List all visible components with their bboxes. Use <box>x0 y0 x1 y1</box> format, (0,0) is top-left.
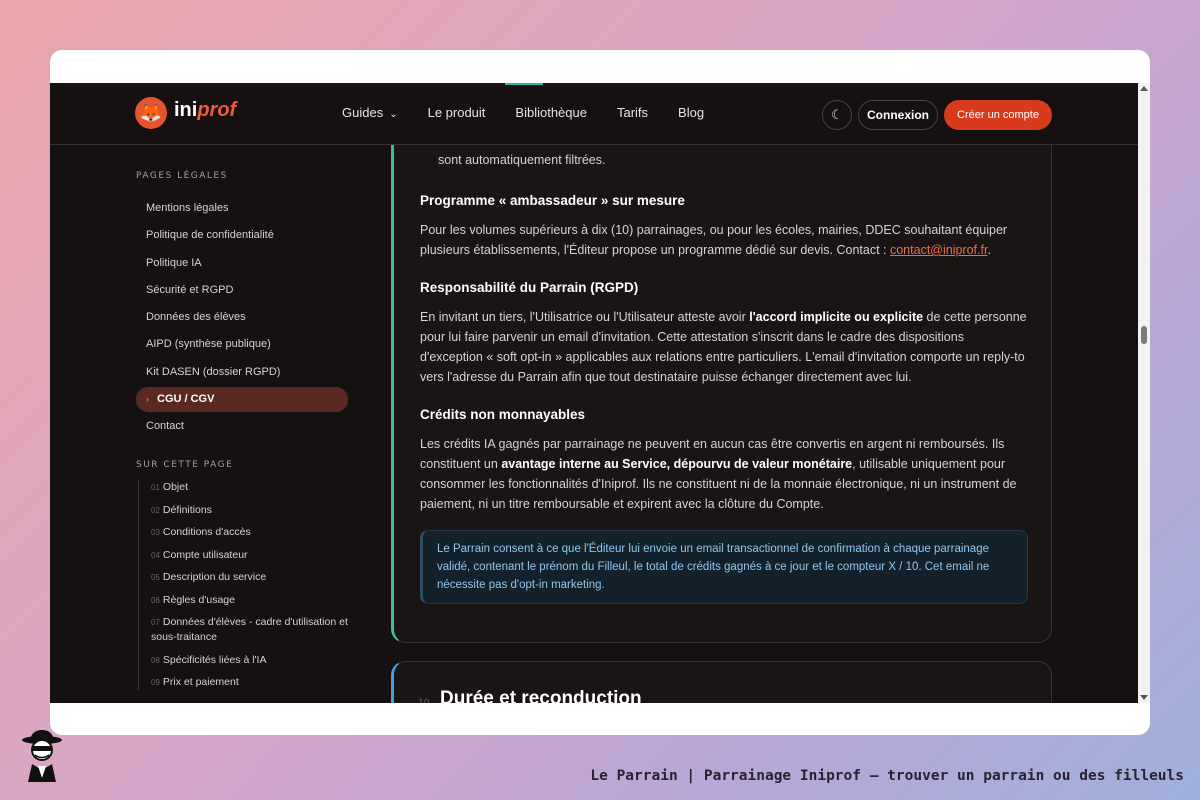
nav-active-indicator <box>505 83 543 85</box>
duration-section-card: 10 Durée et reconduction <box>391 661 1052 703</box>
sidebar-item-ai-policy[interactable]: Politique IA <box>136 250 348 277</box>
toc-label: Données d'élèves - cadre d'utilisation e… <box>151 616 348 644</box>
theme-toggle-button[interactable]: ☾ <box>822 100 852 130</box>
sidebar-item-contact[interactable]: Contact <box>136 413 348 440</box>
signup-button[interactable]: Créer un compte <box>944 100 1052 130</box>
nav-library[interactable]: Bibliothèque <box>515 105 587 120</box>
toc-number: 06 <box>151 595 160 605</box>
toc-item[interactable]: 07 Données d'élèves - cadre d'utilisation… <box>139 615 348 645</box>
toc-item[interactable]: 04 Compte utilisateur <box>139 548 348 563</box>
logo-ini: ini <box>174 99 198 121</box>
sidebar-item-security[interactable]: Sécurité et RGPD <box>136 277 348 304</box>
toc-label: Définitions <box>162 503 212 516</box>
scroll-down-icon[interactable] <box>1140 695 1148 700</box>
toc-label: Objet <box>162 481 189 494</box>
toc-number: 08 <box>151 655 160 665</box>
nav-product[interactable]: Le produit <box>428 105 486 120</box>
toc-number: 04 <box>151 550 160 560</box>
section-number: 10 <box>418 698 430 703</box>
toc-label: Conditions d'accès <box>162 526 251 539</box>
duration-heading: Durée et reconduction <box>440 688 642 703</box>
gdpr-text-a: En invitant un tiers, l'Utilisatrice ou … <box>420 310 750 324</box>
scroll-up-icon[interactable] <box>1140 86 1148 91</box>
chevron-down-icon: ⌄ <box>389 109 398 120</box>
scroll-thumb[interactable] <box>1141 326 1147 344</box>
sidebar-item-student-data[interactable]: Données des élèves <box>136 304 348 331</box>
toc-label: Prix et paiement <box>162 676 239 689</box>
toc-number: 07 <box>151 618 160 628</box>
chevron-right-icon: › <box>146 394 149 405</box>
sidebar-item-kit-dasen[interactable]: Kit DASEN (dossier RGPD) <box>136 359 348 386</box>
toc-item[interactable]: 06 Règles d'usage <box>139 593 348 608</box>
section-content: Programme « ambassadeur » sur mesure Pou… <box>420 149 1028 604</box>
toc-item[interactable]: 01 Objet <box>139 480 348 495</box>
sidebar-item-cgu[interactable]: › CGU / CGV <box>136 387 348 413</box>
toc-number: 02 <box>151 505 160 515</box>
credits-paragraph: Les crédits IA gagnés par parrainage ne … <box>420 434 1028 514</box>
nav-guides[interactable]: Guides ⌄ <box>342 105 398 120</box>
sidebar: PAGES LÉGALES Mentions légales Politique… <box>136 171 348 698</box>
toc-item[interactable]: 08 Spécificités liées à l'IA <box>139 653 348 668</box>
sidebar-item-privacy[interactable]: Politique de confidentialité <box>136 222 348 249</box>
toc-number: 05 <box>151 573 160 583</box>
credits-heading: Crédits non monnayables <box>420 407 586 422</box>
logo-wordmark[interactable]: iniprof <box>174 99 236 122</box>
contact-email-link[interactable]: contact@iniprof.fr <box>890 243 987 257</box>
nav-pricing[interactable]: Tarifs <box>617 105 648 120</box>
gdpr-text-bold: l'accord implicite ou explicite <box>749 310 924 324</box>
toc-item[interactable]: 03 Conditions d'accès <box>139 525 348 540</box>
login-button[interactable]: Connexion <box>858 100 938 130</box>
top-navigation: 🦊 iniprof Guides ⌄ Le produit Bibliothèqu… <box>50 83 1138 145</box>
toc-item[interactable]: 09 Prix et paiement <box>139 675 348 690</box>
toc-label: Compte utilisateur <box>162 548 248 561</box>
credits-text-bold: avantage interne au Service, dépourvu de… <box>501 457 853 471</box>
page-caption: Le Parrain | Parrainage Iniprof — trouve… <box>590 768 1184 784</box>
ambassador-paragraph: Pour les volumes supérieurs à dix (10) p… <box>420 220 1028 260</box>
ambassador-heading: Programme « ambassadeur » sur mesure <box>420 193 685 208</box>
page-viewport: 🦊 iniprof Guides ⌄ Le produit Bibliothèqu… <box>50 83 1138 703</box>
toc-item[interactable]: 05 Description du service <box>139 570 348 585</box>
toc-label: Spécificités liées à l'IA <box>162 653 267 666</box>
nav-blog[interactable]: Blog <box>678 105 704 120</box>
toc-item[interactable]: 02 Définitions <box>139 503 348 518</box>
toc-heading: SUR CETTE PAGE <box>136 460 234 471</box>
moon-icon: ☾ <box>831 107 843 123</box>
toc-number: 01 <box>151 483 160 493</box>
scrollbar[interactable] <box>1138 83 1150 703</box>
sidebar-item-mentions[interactable]: Mentions légales <box>136 195 348 222</box>
toc-label: Description du service <box>162 571 267 584</box>
confirmation-email-callout: Le Parrain consent à ce que l'Éditeur lu… <box>420 530 1028 604</box>
sidebar-item-cgu-label: CGU / CGV <box>157 393 215 406</box>
fox-logo-icon[interactable]: 🦊 <box>135 97 167 129</box>
nav-guides-label: Guides <box>342 105 384 120</box>
browser-frame: 🦊 iniprof Guides ⌄ Le produit Bibliothèqu… <box>50 50 1150 735</box>
legal-pages-heading: PAGES LÉGALES <box>136 171 228 181</box>
ambassador-end: . <box>987 243 991 257</box>
toc-label: Règles d'usage <box>162 593 235 606</box>
logo-prof: prof <box>197 99 237 121</box>
gdpr-paragraph: En invitant un tiers, l'Utilisatrice ou … <box>420 307 1028 387</box>
toc-number: 09 <box>151 678 160 688</box>
gdpr-heading: Responsabilité du Parrain (RGPD) <box>420 280 639 295</box>
nav-links: Guides ⌄ Le produit Bibliothèque Tarifs B… <box>342 105 734 120</box>
toc-number: 03 <box>151 528 160 538</box>
sidebar-item-aipd[interactable]: AIPD (synthèse publique) <box>136 331 348 358</box>
table-of-contents: 01 Objet 02 Définitions 03 Conditions d'acc… <box>138 480 348 691</box>
spy-mascot-icon <box>22 730 62 782</box>
